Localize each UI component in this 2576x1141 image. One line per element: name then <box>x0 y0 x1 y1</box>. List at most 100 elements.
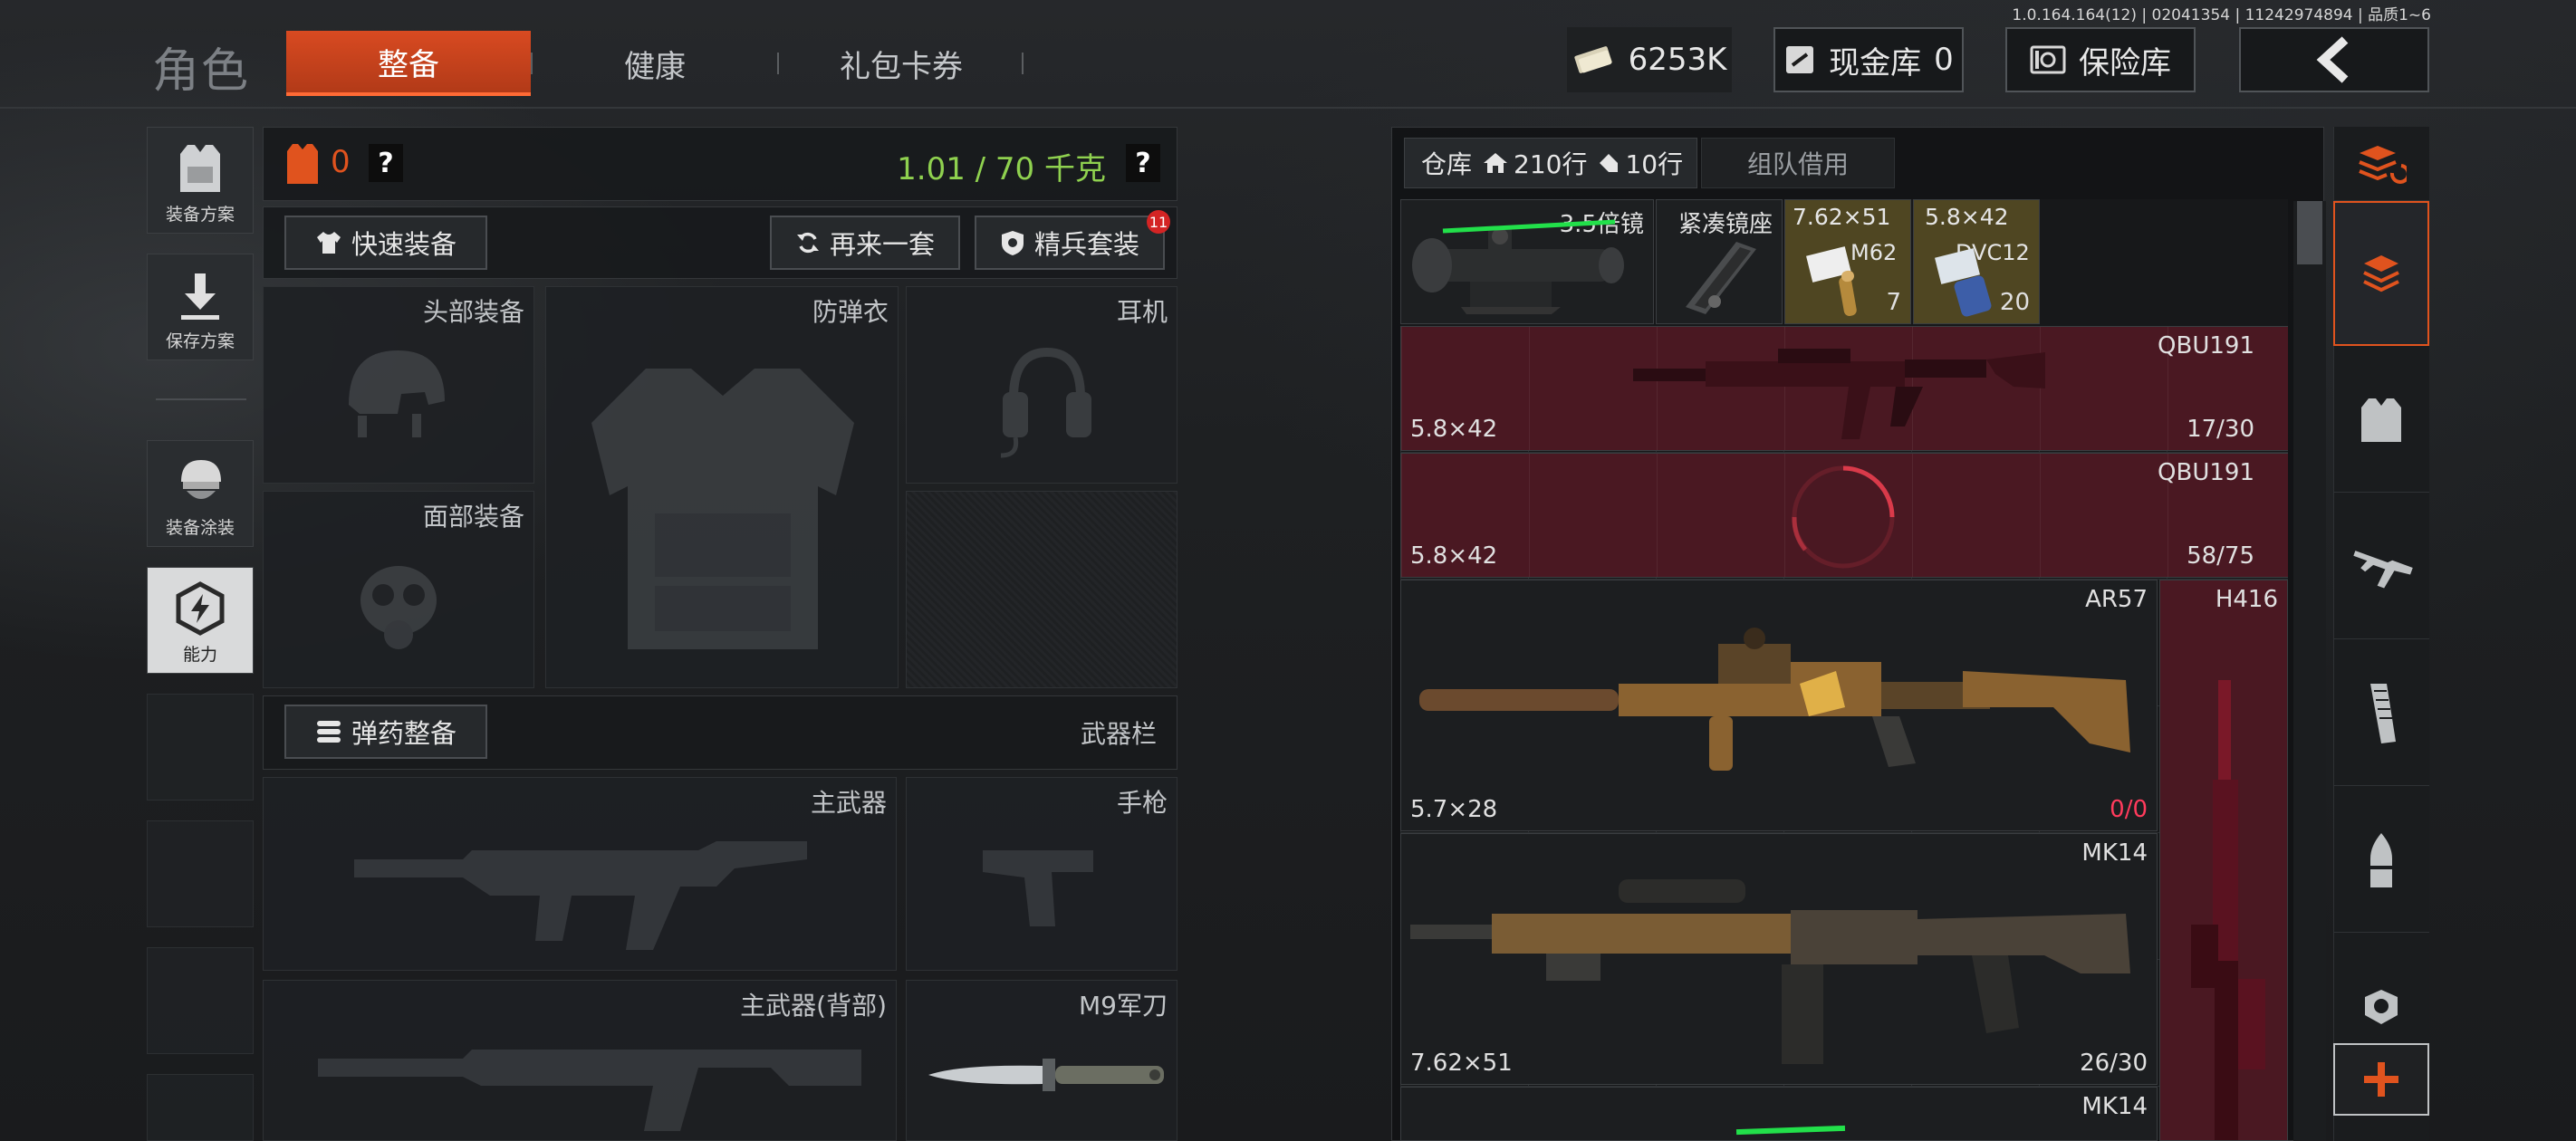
inventory-item[interactable]: 7.62×51 M62 7 <box>1784 199 1911 324</box>
weapon-ammo-count: 0/0 <box>2110 796 2148 823</box>
helmet-paint-icon <box>174 455 226 509</box>
inventory-item[interactable]: 5.8×42 DVC12 20 <box>1913 199 2040 324</box>
ammo-prep-button[interactable]: 弹药整备 <box>284 705 487 759</box>
page-title: 角色 <box>152 44 251 99</box>
pistol-label: 手枪 <box>1116 788 1168 818</box>
sort-refresh-button[interactable] <box>2333 127 2429 201</box>
knife-label: M9军刀 <box>1079 991 1168 1021</box>
cash-vault-button[interactable]: 现金库 0 <box>1773 27 1964 92</box>
locked-slot <box>906 491 1177 688</box>
ammo-prep-label: 弹药整备 <box>351 718 457 749</box>
tab-gift-coupons[interactable]: 礼包卡券 <box>779 31 1024 96</box>
headset-icon <box>997 343 1097 461</box>
item-name: 5.8×42 <box>1925 204 2009 230</box>
tab-divider <box>1022 53 1024 74</box>
body-armor-icon <box>582 360 863 658</box>
vest-icon <box>2358 395 2405 446</box>
weapon-card[interactable]: MK14 7.62×51 26/30 <box>1400 833 2158 1085</box>
home-icon <box>1483 151 1508 175</box>
pistol-silhouette-icon <box>979 841 1097 932</box>
add-button[interactable] <box>2333 1043 2429 1116</box>
weapon-card[interactable]: QBU191 5.8×42 58/75 <box>1400 453 2288 578</box>
elite-set-button[interactable]: 精兵套装 <box>975 216 1165 270</box>
warehouse-tab[interactable]: 仓库 210行 10行 <box>1404 138 1697 188</box>
tab-equipment[interactable]: 整备 <box>286 31 531 96</box>
back-button[interactable] <box>2239 27 2429 92</box>
weapon-caliber: 5.7×28 <box>1410 796 1498 823</box>
safe-button[interactable]: 保险库 <box>2005 27 2196 92</box>
save-plan-label: 保存方案 <box>165 331 235 351</box>
elite-badge: 11 <box>1147 210 1170 234</box>
skin-paint-button[interactable]: 装备涂装 <box>147 440 254 547</box>
head-slot-label: 头部装备 <box>422 297 524 327</box>
scrollbar-thumb[interactable] <box>2297 201 2322 264</box>
rifle-icon <box>1410 856 2135 1064</box>
vest-slot-label: 防弹衣 <box>812 297 889 327</box>
weapon-card[interactable]: AR57 5.7×28 0/0 <box>1400 580 2158 831</box>
save-plan-button[interactable]: 保存方案 <box>147 254 254 360</box>
warehouse-title: 仓库 <box>1421 149 1473 179</box>
ammo-stack-icon <box>315 719 342 744</box>
primary-back-slot[interactable]: 主武器(背部) <box>263 980 897 1141</box>
weapon-name: MK14 <box>2081 1093 2148 1120</box>
category-ammo[interactable] <box>2333 788 2429 933</box>
team-borrow-tab[interactable]: 组队借用 <box>1701 138 1895 188</box>
weapon-name: H416 <box>2215 586 2278 613</box>
shirt-icon <box>315 230 342 255</box>
inventory-item[interactable]: 3.5倍镜 <box>1400 199 1654 324</box>
warehouse-grid: 3.5倍镜 紧凑镜座 7.62×51 M62 7 5.8×42 DVC12 20… <box>1400 199 2288 1141</box>
primary-weapon-slot[interactable]: 主武器 <box>263 777 897 971</box>
weapon-caliber: 5.8×42 <box>1410 542 1498 570</box>
menu-empty-slot <box>147 947 254 1054</box>
vest-slot[interactable]: 防弹衣 <box>545 286 899 688</box>
refresh-icon <box>795 230 821 255</box>
headset-slot[interactable]: 耳机 <box>906 286 1177 484</box>
menu-divider <box>156 398 246 400</box>
item-count: 7 <box>1886 289 1901 316</box>
loadout-plan-button[interactable]: 装备方案 <box>147 127 254 234</box>
mount-icon <box>1673 238 1764 320</box>
quick-equip-label: 快速装备 <box>351 229 457 260</box>
safe-label: 保险库 <box>2079 44 2171 82</box>
vest-icon <box>175 141 226 196</box>
face-slot-label: 面部装备 <box>422 502 524 532</box>
warehouse-scrollbar[interactable] <box>2293 201 2326 1141</box>
item-name: 紧凑镜座 <box>1677 211 1773 238</box>
category-magazines[interactable] <box>2333 641 2429 786</box>
rifle-icon <box>1633 332 2050 448</box>
category-guns[interactable] <box>2333 494 2429 639</box>
layers-icon <box>2359 251 2404 296</box>
plus-icon <box>2362 1060 2400 1098</box>
weight-help-button[interactable]: ? <box>1126 144 1160 182</box>
ability-button[interactable]: 能力 <box>147 567 254 674</box>
again-set-button[interactable]: 再来一套 <box>770 216 960 270</box>
weapon-card[interactable]: MK14 <box>1400 1087 2158 1141</box>
rifle-silhouette-icon <box>318 1031 861 1140</box>
back-arrow-icon <box>2314 36 2354 83</box>
category-all[interactable] <box>2333 201 2429 346</box>
head-slot[interactable]: 头部装备 <box>263 286 534 484</box>
magazine-icon <box>2363 682 2399 745</box>
safe-icon <box>2030 43 2066 76</box>
pistol-slot[interactable]: 手枪 <box>906 777 1177 971</box>
menu-empty-slot <box>147 694 254 801</box>
knife-icon <box>925 1044 1169 1107</box>
download-icon <box>178 272 223 322</box>
help-button[interactable]: ? <box>369 144 403 182</box>
vault-icon <box>1783 43 1816 76</box>
tab-health[interactable]: 健康 <box>533 31 777 96</box>
face-slot[interactable]: 面部装备 <box>263 491 534 688</box>
rifle-icon <box>1419 608 2144 789</box>
quick-equip-button[interactable]: 快速装备 <box>284 216 487 270</box>
weapon-card[interactable]: QBU191 5.8×42 17/30 <box>1400 326 2288 451</box>
category-armor[interactable] <box>2333 348 2429 493</box>
loadout-plan-label: 装备方案 <box>165 205 235 225</box>
headset-slot-label: 耳机 <box>1116 297 1168 327</box>
item-name: 7.62×51 <box>1793 204 1891 230</box>
weapon-name: QBU191 <box>2158 332 2254 360</box>
inventory-item[interactable]: 紧凑镜座 <box>1656 199 1783 324</box>
rifle-icon <box>2350 544 2413 590</box>
knife-slot[interactable]: M9军刀 <box>906 980 1177 1141</box>
weapon-card[interactable]: H416 <box>2159 580 2288 1141</box>
elite-set-label: 精兵套装 <box>1033 229 1139 260</box>
